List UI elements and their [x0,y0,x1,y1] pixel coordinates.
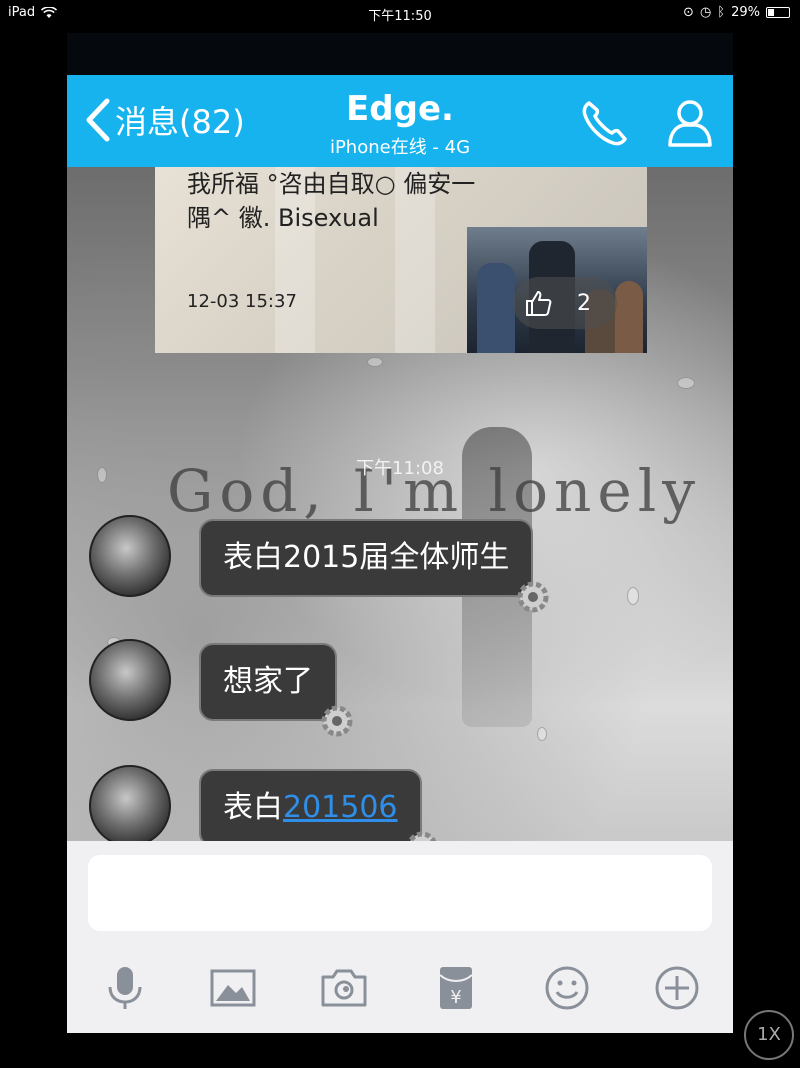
raindrop [627,587,639,605]
message-bubble[interactable]: 想家了 [199,643,353,737]
plus-icon[interactable] [652,963,702,1013]
input-bar: ¥ [67,841,733,1033]
message-row: 表白2015届全体师生 [89,515,549,613]
avatar[interactable] [89,515,171,597]
status-time: 下午11:50 [368,9,432,24]
like-button[interactable]: 2 [513,277,617,329]
post-text: 我所福 °咨由自取○ 偏安一 隅^ 徽. Bisexual [187,167,475,235]
app-window: 消息(82) Edge. iPhone在线 - 4G 我所福 °咨由自取○ 偏安… [67,33,733,1033]
raindrop [537,727,547,741]
message-row: 想家了 [89,639,353,737]
gear-icon [321,705,353,737]
avatar[interactable] [89,765,171,841]
microphone-icon[interactable] [100,963,150,1013]
contact-status: iPhone在线 - 4G [329,137,471,158]
camera-icon[interactable] [319,963,369,1013]
phone-call-icon[interactable] [577,95,633,151]
post-text-line: 隅^ 徽. Bisexual [187,204,379,232]
status-right: ⊙ ◷ ᛒ 29% [683,5,790,20]
alarm-icon: ◷ [699,5,712,20]
emoji-icon[interactable] [542,963,592,1013]
message-link[interactable]: 201506 [283,790,398,825]
gear-icon [517,581,549,613]
message-timestamp: 下午11:08 [356,458,444,479]
bluetooth-icon: ᛒ [717,5,726,20]
red-packet-icon[interactable]: ¥ [431,963,481,1013]
message-bubble[interactable]: 表白201506 [199,769,436,841]
message-text: 想家了 [223,664,313,699]
raindrop [367,357,383,367]
chat-area[interactable]: 我所福 °咨由自取○ 偏安一 隅^ 徽. Bisexual 12-03 15:3… [67,167,733,841]
avatar[interactable] [89,639,171,721]
profile-icon[interactable] [662,95,718,151]
message-bubble[interactable]: 表白2015届全体师生 [199,519,549,613]
gear-icon [407,831,436,841]
image-icon[interactable] [208,963,258,1013]
post-date: 12-03 15:37 [187,291,297,312]
status-bar: iPad 下午11:50 ⊙ ◷ ᛒ 29% [0,0,800,26]
like-count: 2 [577,290,591,316]
battery-percent: 29% [731,5,760,20]
contact-name: Edge. [346,89,454,129]
message-input[interactable] [88,855,712,931]
message-text: 表白 [223,790,283,825]
post-text-line: 我所福 °咨由自取○ 偏安一 [187,170,476,198]
chat-header: 消息(82) Edge. iPhone在线 - 4G [67,75,733,167]
message-row: 表白201506 [89,765,436,841]
svg-text:¥: ¥ [450,987,461,1008]
thumbs-up-icon [526,291,552,316]
lock-rotation-icon: ⊙ [683,5,694,20]
raindrop [677,377,695,389]
top-strip [67,33,733,75]
battery-icon [766,7,790,18]
message-text: 表白2015届全体师生 [223,540,510,575]
zoom-button[interactable]: 1X [744,1010,794,1060]
